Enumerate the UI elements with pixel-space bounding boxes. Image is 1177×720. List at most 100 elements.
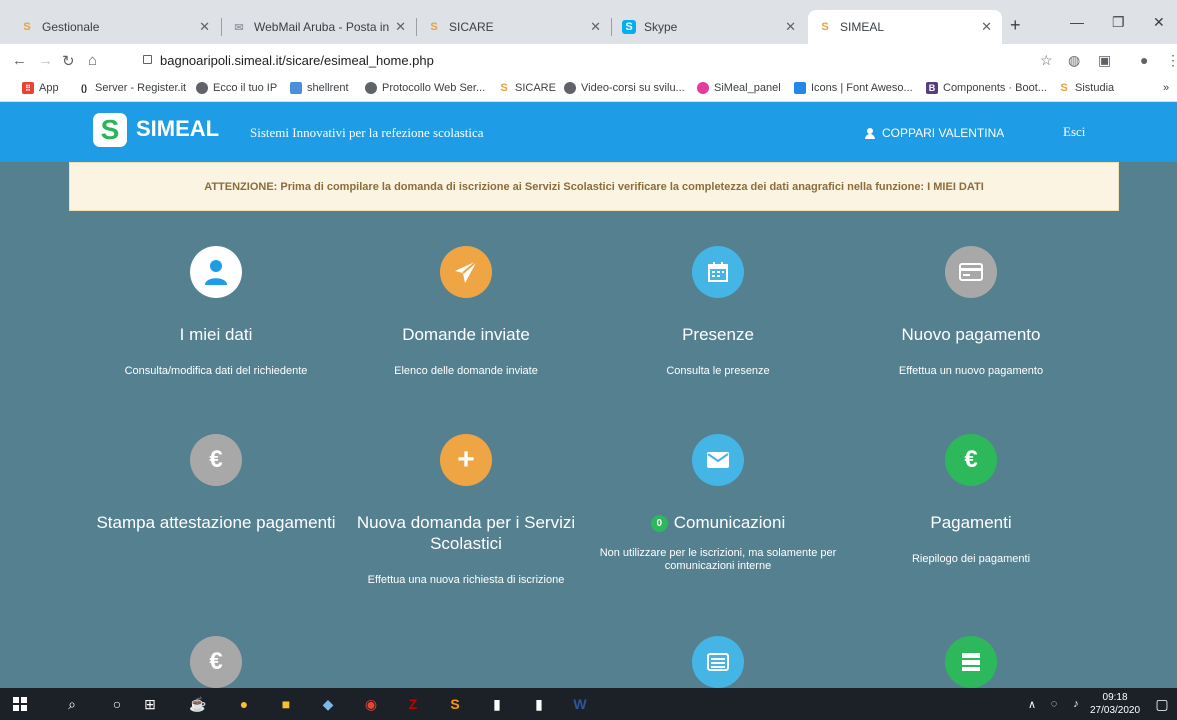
bookmark-item[interactable]: S Sistudia [1058,82,1114,94]
simeal-logo-icon[interactable]: S [93,113,127,147]
word-icon[interactable]: W [570,694,590,714]
tile-nuovo-pagamento[interactable]: Nuovo pagamento Effettua un nuovo pagame… [846,246,1096,378]
tile-pagamenti[interactable]: € Pagamenti Riepilogo dei pagamenti [846,434,1096,566]
profile-icon[interactable]: ● [1140,52,1148,68]
back-icon[interactable]: ← [12,52,27,69]
forward-icon[interactable]: → [38,52,53,69]
close-tab-icon[interactable]: ✕ [785,19,796,35]
bookmark-item[interactable]: B Components · Boot... [926,82,1047,94]
euro-icon: € [190,636,242,688]
volume-icon[interactable]: ♪ [1066,694,1086,714]
restore-icon[interactable]: ❐ [1112,14,1125,31]
tile-stampa-attestazione[interactable]: € Stampa attestazione pagamenti [91,434,341,553]
close-tab-icon[interactable]: ✕ [981,19,992,35]
java-icon[interactable]: ☕ [188,694,208,714]
filezilla-icon[interactable]: Z [403,694,423,714]
search-icon[interactable]: ⌕ [62,694,82,714]
minimize-icon[interactable]: — [1070,14,1084,30]
postgres-icon[interactable]: ◆ [318,694,338,714]
skype-icon: S [622,20,636,34]
bookmark-label: App [39,82,59,94]
pocket-icon[interactable]: ▣ [1098,52,1111,69]
tile-title-text: Comunicazioni [673,513,786,532]
document-icon[interactable]: ▮ [529,694,549,714]
home-icon[interactable]: ⌂ [88,52,97,69]
close-tab-icon[interactable]: ✕ [395,19,406,35]
bookmark-item[interactable]: Protocollo Web Ser... [365,82,485,94]
lock-icon [143,55,152,64]
bookmark-label: Icons | Font Aweso... [811,82,913,94]
task-view-icon[interactable]: ⊞ [140,694,160,714]
close-window-icon[interactable]: ✕ [1153,14,1165,31]
bookmark-item[interactable]: Video-corsi su svilu... [564,82,685,94]
list-icon [707,653,729,671]
tile-description: Effettua un nuovo pagamento [898,365,1044,377]
tile-nuova-domanda[interactable]: + Nuova domanda per i Servizi Scolastici… [341,434,591,587]
tile-partial[interactable]: € [91,636,341,688]
font-awesome-icon [794,82,806,94]
more-bookmarks-icon[interactable]: » [1163,82,1169,94]
tile-domande-inviate[interactable]: Domande inviate Elenco delle domande inv… [341,246,591,378]
chrome-icon[interactable]: ◉ [361,694,381,714]
logout-link[interactable]: Esci [1063,124,1085,140]
user-icon [205,260,227,285]
tile-i-miei-dati[interactable]: I miei dati Consulta/modifica dati del r… [91,246,341,378]
logo-text[interactable]: SIMEAL [136,116,219,142]
globe-icon [564,82,576,94]
tile-presenze[interactable]: Presenze Consulta le presenze [593,246,843,378]
tile-title: I miei dati [179,325,253,344]
close-tab-icon[interactable]: ✕ [590,19,601,35]
tile-description: Consulta/modifica dati del richiedente [124,365,308,377]
tile-partial[interactable] [593,636,843,688]
browser-tab-active[interactable]: S SIMEAL ✕ [808,10,1002,44]
tile-title: Domande inviate [402,325,530,344]
file-explorer-icon[interactable]: ■ [276,694,296,714]
tile-title: 0 Comunicazioni [593,512,843,533]
tile-comunicazioni[interactable]: 0 Comunicazioni Non utilizzare per le isc… [593,434,843,573]
sublime-icon[interactable]: S [445,694,465,714]
bookmark-item[interactable]: Ecco il tuo IP [196,82,277,94]
bookmark-apps[interactable]: ⠿ App [22,82,59,94]
reload-icon[interactable]: ↻ [62,52,75,70]
extension-icon[interactable]: ◍ [1068,52,1080,69]
star-icon[interactable]: ☆ [1040,52,1053,69]
user-menu[interactable]: COPPARI VALENTINA [865,126,1004,140]
list-alt-icon [962,653,980,671]
app-header: S SIMEAL Sistemi Innovativi per la refez… [0,102,1177,162]
menu-icon[interactable]: ⋮ [1166,52,1177,69]
brackets-icon: () [81,83,87,93]
new-tab-button[interactable]: + [1010,15,1021,36]
cortana-icon[interactable]: ○ [107,694,127,714]
browser-tab[interactable]: S Skype ✕ [612,10,806,44]
bookmark-item[interactable]: Icons | Font Aweso... [794,82,913,94]
credit-card-icon [959,263,983,281]
circle-icon [692,636,744,688]
tile-title: Pagamenti [930,513,1012,532]
document-icon[interactable]: ▮ [487,694,507,714]
bookmark-item[interactable]: shellrent [290,82,349,94]
bookmark-item[interactable]: S SICARE [498,82,556,94]
simeal-s-icon: S [23,21,31,33]
close-tab-icon[interactable]: ✕ [199,19,210,35]
circle-icon [692,246,744,298]
notification-icon[interactable]: ▢ [1152,694,1172,714]
paint-icon[interactable]: ● [234,694,254,714]
bookmark-item[interactable]: () Server - Register.it [78,82,186,94]
simeal-s-icon: S [821,21,829,33]
bookmark-item[interactable]: SiMeal_panel [697,82,781,94]
tile-title: Nuovo pagamento [901,325,1041,344]
system-clock[interactable]: 09:18 27/03/2020 [1090,691,1140,717]
address-bar[interactable]: bagnoaripoli.simeal.it/sicare/esimeal_ho… [160,53,434,68]
tile-partial[interactable] [846,636,1096,688]
browser-tab[interactable]: S Gestionale ✕ [10,10,220,44]
bookmark-label: Components · Boot... [943,82,1047,94]
tile-title: Nuova domanda per i Servizi Scolastici [356,513,576,553]
simeal-s-icon: S [500,82,508,94]
browser-tab[interactable]: S SICARE ✕ [417,10,611,44]
network-icon[interactable]: ◌ [1044,694,1064,714]
windows-start-icon[interactable] [10,694,30,714]
bookmark-label: Ecco il tuo IP [213,82,278,94]
browser-tab[interactable]: ✉ WebMail Aruba - Posta in arriv ✕ [222,10,416,44]
tray-chevron-icon[interactable]: ∧ [1022,694,1042,714]
shellrent-icon [290,82,302,94]
